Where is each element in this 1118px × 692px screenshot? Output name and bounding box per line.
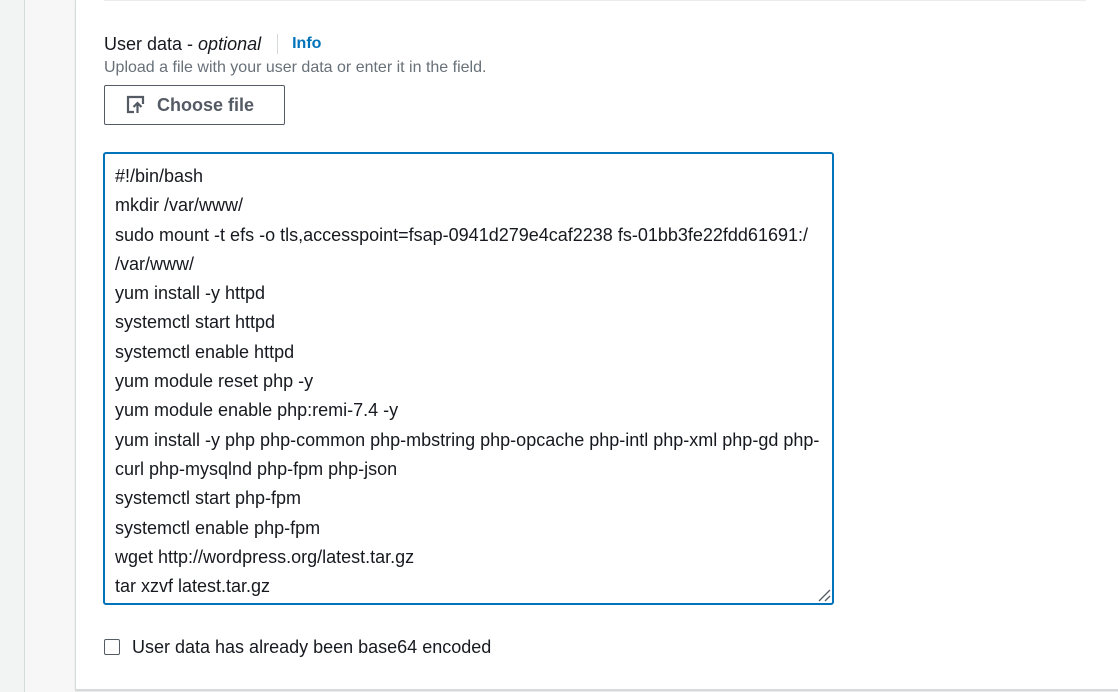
script-line: #!/bin/bash	[115, 166, 204, 186]
user-data-description: Upload a file with your user data or ent…	[104, 59, 487, 76]
script-line: systemctl start httpd	[115, 312, 276, 333]
user-data-label-row: User data - optional Info	[104, 33, 321, 55]
user-data-script[interactable]: #!/bin/bash mkdir /var/www/sudo mount -t …	[115, 162, 825, 601]
base64-checkbox[interactable]	[104, 639, 120, 655]
upload-icon	[126, 95, 145, 114]
section-divider	[104, 0, 1086, 1]
choose-file-label: Choose file	[157, 94, 255, 115]
label-separator	[277, 34, 279, 54]
script-line: yum install -y httpd	[115, 283, 266, 304]
script-line: yum module enable php:remi-7.4 -y	[115, 400, 399, 421]
script-line: mkdir /var/www/	[115, 195, 244, 216]
script-line: yum install -y php php-common php-mbstri…	[115, 429, 820, 479]
page-left-edge	[0, 0, 25, 692]
user-data-textarea[interactable]: #!/bin/bash mkdir /var/www/sudo mount -t …	[103, 152, 834, 605]
script-line: systemctl start php-fpm	[115, 488, 302, 509]
script-line: systemctl enable httpd	[115, 341, 295, 362]
info-link[interactable]: Info	[292, 33, 321, 55]
script-line: yum module reset php -y	[115, 371, 314, 392]
page-gutter	[25, 0, 75, 692]
base64-checkbox-row[interactable]: User data has already been base64 encode…	[104, 636, 491, 658]
optional-label: optional	[198, 34, 262, 54]
user-data-panel: User data - optional Info Upload a file …	[75, 0, 1118, 690]
base64-checkbox-label: User data has already been base64 encode…	[132, 637, 492, 657]
script-line: sudo mount -t efs -o tls,accesspoint=fsa…	[115, 224, 813, 274]
script-line: wget http://wordpress.org/latest.tar.gz	[115, 546, 415, 567]
user-data-label: User data -	[104, 34, 194, 54]
choose-file-button[interactable]: Choose file	[104, 85, 285, 125]
resize-handle-icon[interactable]	[815, 586, 831, 602]
script-line: tar xzvf latest.tar.gz	[115, 576, 271, 597]
script-line: systemctl enable php-fpm	[115, 517, 321, 538]
